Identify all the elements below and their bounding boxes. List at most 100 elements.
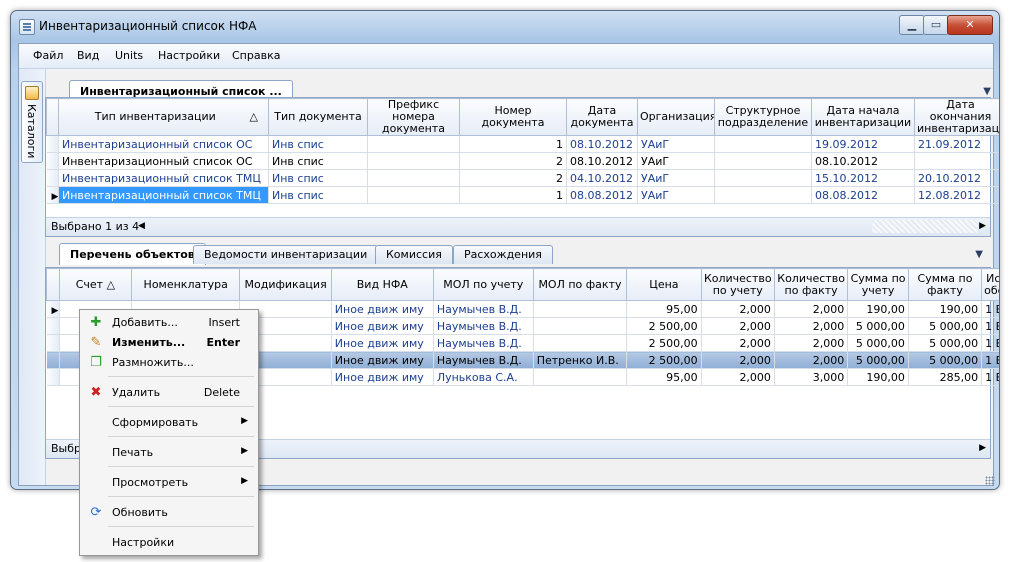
cell-doc-type[interactable]: Инв спис: [268, 169, 368, 187]
horizontal-scrollbar[interactable]: [872, 220, 977, 233]
table-row[interactable]: Инвентаризационный список ТМЦ Инв спис 2…: [46, 169, 999, 187]
bottom-scroll-right-icon[interactable]: ▶: [979, 443, 986, 453]
col-doc-prefix[interactable]: Префикс номера документа: [367, 98, 460, 136]
row-indicator-current[interactable]: ▶: [46, 186, 59, 204]
cell-doc-prefix[interactable]: [367, 135, 460, 153]
cell-mol-account[interactable]: Наумычев В.Д.: [433, 300, 534, 318]
tab-object-list[interactable]: Перечень объектов: [59, 243, 206, 265]
cell-department[interactable]: [714, 186, 812, 204]
ctx-add[interactable]: ✚ Добавить... Insert: [82, 312, 256, 334]
cell-sum-fact[interactable]: 190,00: [908, 300, 983, 318]
ctx-delete[interactable]: ✖ Удалить Delete: [82, 382, 256, 404]
menu-view[interactable]: Вид: [77, 49, 99, 62]
cell-qty-fact[interactable]: 2,000: [774, 334, 849, 352]
row-indicator[interactable]: [46, 169, 59, 187]
cell-doc-date[interactable]: 08.08.2012: [566, 186, 638, 204]
col-doc-date[interactable]: Дата документа: [566, 98, 638, 136]
col-mol-account[interactable]: МОЛ по учету: [432, 268, 534, 301]
col-qty-fact[interactable]: Количество по факту: [773, 268, 849, 301]
cell-sum-fact[interactable]: 5 000,00: [908, 317, 983, 335]
cell-inventory-type[interactable]: Инвентаризационный список ОС: [58, 135, 269, 153]
cell-price[interactable]: 2 500,00: [626, 317, 702, 335]
cell-department[interactable]: [714, 135, 812, 153]
col-start-date[interactable]: Дата начала инвентаризации: [811, 98, 915, 136]
catalog-tab[interactable]: Каталоги: [21, 81, 43, 163]
cell-doc-date[interactable]: 08.10.2012: [566, 135, 638, 153]
cell-funding-source[interactable]: 1 Бюджет: [981, 317, 999, 335]
cell-sum-account[interactable]: 5 000,00: [847, 351, 909, 369]
cell-qty-account[interactable]: 2,000: [701, 351, 775, 369]
cell-organization[interactable]: УАиГ: [637, 152, 715, 170]
cell-funding-source[interactable]: 1 Бюджет: [981, 300, 999, 318]
cell-sum-account[interactable]: 5 000,00: [847, 317, 909, 335]
menu-help[interactable]: Справка: [232, 49, 280, 62]
col-modification[interactable]: Модификация: [239, 268, 332, 301]
cell-sum-fact[interactable]: 285,00: [908, 368, 983, 386]
cell-doc-prefix[interactable]: [367, 152, 460, 170]
cell-nfa-type[interactable]: Иное движ иму: [331, 351, 434, 369]
cell-inventory-type[interactable]: Инвентаризационный список ТМЦ: [58, 186, 269, 204]
ctx-view[interactable]: Просмотреть ▶: [82, 472, 256, 494]
minimize-button[interactable]: ▁: [899, 15, 925, 35]
cell-start-date[interactable]: 08.10.2012: [811, 152, 915, 170]
cell-qty-account[interactable]: 2,000: [701, 317, 775, 335]
tab-commission[interactable]: Комиссия: [375, 245, 453, 264]
cell-price[interactable]: 2 500,00: [626, 351, 702, 369]
cell-doc-number[interactable]: 2: [459, 152, 567, 170]
col-qty-account[interactable]: Количество по учету: [700, 268, 775, 301]
cell-funding-source[interactable]: 1 Бюджет: [981, 368, 999, 386]
ctx-refresh[interactable]: ⟳ Обновить: [82, 502, 256, 524]
menu-file[interactable]: Файл: [33, 49, 63, 62]
cell-nfa-type[interactable]: Иное движ иму: [331, 317, 434, 335]
cell-mol-fact[interactable]: [533, 317, 628, 335]
resize-grip-icon[interactable]: [985, 476, 995, 486]
cell-qty-fact[interactable]: 2,000: [774, 351, 849, 369]
cell-mol-account[interactable]: Наумычев В.Д.: [433, 317, 534, 335]
row-indicator[interactable]: [46, 334, 60, 352]
cell-nfa-type[interactable]: Иное движ иму: [331, 368, 434, 386]
col-price[interactable]: Цена: [626, 268, 702, 301]
cell-department[interactable]: [714, 152, 812, 170]
cell-mol-fact[interactable]: Петренко И.В.: [533, 351, 628, 369]
menu-units[interactable]: Units: [115, 49, 143, 62]
col-sum-fact[interactable]: Сумма по факту: [907, 268, 983, 301]
cell-start-date[interactable]: 15.10.2012: [811, 169, 915, 187]
cell-organization[interactable]: УАиГ: [637, 169, 715, 187]
cell-doc-date[interactable]: 08.10.2012: [566, 152, 638, 170]
cell-mol-fact[interactable]: [533, 334, 628, 352]
col-doc-number[interactable]: Номер документа: [459, 98, 567, 136]
col-inventory-type[interactable]: Тип инвентаризации △: [58, 98, 269, 136]
col-sum-account[interactable]: Сумма по учету: [847, 268, 909, 301]
col-funding-source[interactable]: Источник обеспечения: [981, 268, 999, 301]
cell-end-date[interactable]: 12.08.2012: [914, 186, 999, 204]
cell-nfa-type[interactable]: Иное движ иму: [331, 300, 434, 318]
close-button[interactable]: ✕: [947, 15, 993, 35]
cell-organization[interactable]: УАиГ: [637, 135, 715, 153]
cell-doc-number[interactable]: 2: [459, 169, 567, 187]
col-nomenclature[interactable]: Номенклатура: [131, 268, 241, 301]
row-indicator[interactable]: [46, 135, 59, 153]
ctx-duplicate[interactable]: ❐ Размножить...: [82, 352, 256, 374]
col-department[interactable]: Структурное подразделение: [714, 98, 812, 136]
tab-dropdown-icon[interactable]: ▼: [983, 86, 991, 97]
cell-doc-prefix[interactable]: [367, 186, 460, 204]
cell-doc-number[interactable]: 1: [459, 186, 567, 204]
cell-mol-account[interactable]: Наумычев В.Д.: [433, 334, 534, 352]
cell-department[interactable]: [714, 169, 812, 187]
col-doc-type[interactable]: Тип документа: [268, 98, 368, 136]
cell-doc-prefix[interactable]: [367, 169, 460, 187]
cell-funding-source[interactable]: 1 Бюджет: [981, 334, 999, 352]
col-account[interactable]: Счет △: [58, 268, 133, 301]
cell-end-date[interactable]: 20.10.2012: [914, 169, 999, 187]
cell-start-date[interactable]: 19.09.2012: [811, 135, 915, 153]
scroll-right-icon[interactable]: ▶: [979, 221, 986, 231]
cell-qty-fact[interactable]: 3,000: [774, 368, 849, 386]
row-indicator[interactable]: [46, 317, 60, 335]
cell-doc-type[interactable]: Инв спис: [268, 135, 368, 153]
cell-sum-account[interactable]: 190,00: [847, 300, 909, 318]
cell-sum-fact[interactable]: 5 000,00: [908, 351, 983, 369]
cell-organization[interactable]: УАиГ: [637, 186, 715, 204]
cell-sum-fact[interactable]: 5 000,00: [908, 334, 983, 352]
cell-qty-fact[interactable]: 2,000: [774, 317, 849, 335]
cell-price[interactable]: 2 500,00: [626, 334, 702, 352]
